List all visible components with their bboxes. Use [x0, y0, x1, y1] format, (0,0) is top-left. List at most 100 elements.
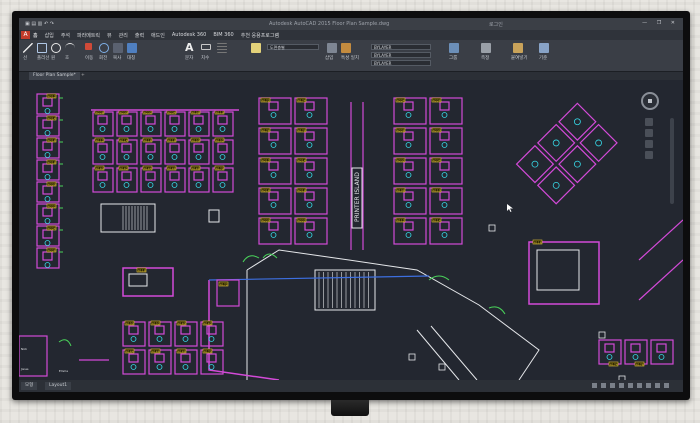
room-tag-label: 6162	[120, 166, 128, 170]
ribbon-tab[interactable]: 홈	[33, 32, 38, 39]
ribbon: A 선 폴리선 원 호 이동 회전 복사 대칭 문자 치수 삽입 특성 일치 그…	[19, 40, 683, 94]
chair	[306, 172, 313, 178]
desk	[217, 115, 228, 125]
window-buttons[interactable]: — ❐ ✕	[642, 20, 679, 26]
lineweight-dropdown[interactable]: BYLAYER	[371, 60, 431, 66]
room-tag-label: 6232	[397, 158, 405, 162]
new-tab-button[interactable]: +	[81, 72, 85, 80]
table-tool-icon[interactable]	[217, 43, 227, 53]
chair	[658, 354, 665, 360]
desk	[304, 221, 315, 231]
move-tool-icon[interactable]	[85, 43, 92, 50]
ribbon-tabs: 홈 삽입 주석 파라메트릭 뷰 관리 출력 애드인 Autodesk 360 BIM 360 추천 …	[33, 32, 279, 39]
snap-toggle-icon[interactable]	[601, 383, 606, 388]
ortho-toggle-icon[interactable]	[610, 383, 615, 388]
customize-icon[interactable]	[664, 383, 669, 388]
document-tab[interactable]: Floor Plan Sample*	[29, 72, 80, 80]
text-tool-icon[interactable]: A	[185, 42, 195, 53]
rotate-tool-icon[interactable]	[99, 43, 109, 53]
ribbon-tab[interactable]: 삽입	[45, 32, 54, 39]
app-logo-icon[interactable]: A	[21, 31, 30, 39]
workspace-icon[interactable]	[655, 383, 660, 388]
desk	[304, 191, 315, 201]
monitor-stand	[331, 400, 369, 416]
desk	[145, 115, 156, 125]
desk	[169, 143, 180, 153]
cad-block	[408, 353, 416, 361]
pan-icon[interactable]	[645, 118, 653, 126]
group-tool-icon[interactable]	[449, 43, 459, 53]
viewcube-icon[interactable]	[641, 92, 659, 110]
model-tab[interactable]: 모형	[21, 382, 38, 390]
room-tag-label: 6152	[216, 138, 224, 142]
grid-toggle-icon[interactable]	[592, 383, 597, 388]
desk	[403, 161, 414, 171]
measure-tool-icon[interactable]	[481, 43, 491, 53]
ribbon-tab[interactable]: 뷰	[107, 32, 112, 39]
drawing-canvas[interactable]: 6212 6214 6216 6218 6220 6222 6224 6226 6228 6230…	[19, 80, 683, 380]
room-tag-label: 6230	[120, 110, 128, 114]
copy-tool-icon[interactable]	[113, 43, 123, 53]
desk	[268, 161, 279, 171]
chair	[405, 232, 412, 238]
zoom-icon[interactable]	[645, 129, 653, 137]
match-properties-icon[interactable]	[341, 43, 351, 53]
ribbon-tab[interactable]: 파라메트릭	[77, 32, 100, 39]
room-tag-label: 6150	[192, 138, 200, 142]
polyline-tool-icon[interactable]	[37, 43, 47, 53]
sign-in-link[interactable]: 로그인	[489, 21, 503, 28]
chair	[171, 182, 178, 188]
desk	[217, 171, 228, 181]
mirror-tool-icon[interactable]	[127, 43, 137, 53]
chair	[99, 126, 106, 132]
room-tag-label: 6224	[48, 226, 56, 230]
circle-tool-icon[interactable]	[51, 43, 61, 53]
view-base-icon[interactable]	[539, 43, 549, 53]
color-dropdown[interactable]: BYLAYER	[371, 44, 431, 50]
polar-toggle-icon[interactable]	[619, 383, 624, 388]
ribbon-label-polyline: 폴리선	[37, 56, 50, 61]
ribbon-tab[interactable]: 관리	[119, 32, 128, 39]
room-tag-label: 6214	[48, 116, 56, 120]
paste-tool-icon[interactable]	[513, 43, 523, 53]
layout1-tab[interactable]: Layout1	[45, 382, 72, 390]
arc-tool-icon[interactable]	[65, 43, 75, 53]
linetype-dropdown[interactable]: BYLAYER	[371, 52, 431, 58]
ribbon-tab[interactable]: 추천 응용프로그램	[241, 32, 279, 39]
chair	[405, 202, 412, 208]
room-tag-label: 6176	[262, 128, 270, 132]
diagonal-wall	[416, 325, 478, 380]
lineweight-toggle-icon[interactable]	[637, 383, 642, 388]
occupant-label: Nick	[21, 347, 27, 351]
dimension-tool-icon[interactable]	[201, 44, 211, 50]
desk	[439, 101, 450, 111]
mouse-cursor-icon	[507, 204, 513, 212]
room-tag-label: 6226	[433, 98, 441, 102]
room-tag-label: 6164	[126, 349, 134, 353]
chair	[44, 240, 51, 246]
navigation-bar[interactable]	[645, 118, 653, 164]
chair	[44, 196, 51, 202]
annotation-scale-icon[interactable]	[646, 383, 651, 388]
layer-dropdown[interactable]: 도면층별	[267, 44, 319, 50]
quick-access-toolbar[interactable]: ▣ ▤ ▥ ↶ ↷	[25, 21, 54, 27]
ribbon-tab[interactable]: 애드인	[151, 32, 165, 39]
chair	[147, 182, 154, 188]
ribbon-tab[interactable]: 출력	[135, 32, 144, 39]
layer-props-icon[interactable]	[251, 43, 261, 53]
osnap-toggle-icon[interactable]	[628, 383, 633, 388]
ribbon-label-measure: 측정	[481, 56, 490, 61]
vertical-scrollbar[interactable]	[670, 118, 674, 204]
orbit-icon[interactable]	[645, 140, 653, 148]
desk	[121, 115, 132, 125]
floor-plan-drawing[interactable]: 6212 6214 6216 6218 6220 6222 6224 6226 6228 6230…	[19, 80, 683, 380]
insert-block-icon[interactable]	[327, 43, 337, 53]
ribbon-tab[interactable]: BIM 360	[213, 32, 233, 39]
ribbon-tab[interactable]: 주석	[61, 32, 70, 39]
chair	[123, 182, 130, 188]
line-tool-icon[interactable]	[23, 43, 33, 53]
showmotion-icon[interactable]	[645, 151, 653, 159]
status-toggles	[592, 383, 669, 388]
desk	[97, 115, 108, 125]
ribbon-tab[interactable]: Autodesk 360	[172, 32, 207, 39]
